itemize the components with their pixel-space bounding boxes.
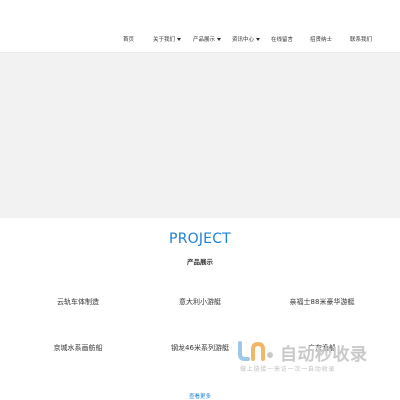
nav-item-label: 关于我们 [153, 37, 176, 43]
product-item[interactable]: 钢龙46米系列游艇 [171, 343, 229, 353]
nav-item-products[interactable]: 产品展示 [193, 35, 222, 43]
nav-item-label: 首页 [123, 37, 135, 43]
nav-item-label: 产品展示 [193, 37, 216, 43]
nav-item-message[interactable]: 在线留言 [271, 35, 293, 43]
section-title: PROJECT [169, 231, 231, 247]
product-item[interactable]: 云轨车体制造 [57, 297, 99, 307]
nav-item-label: 招贤纳士 [310, 37, 333, 43]
nav-item-label: 在线留言 [271, 37, 294, 43]
caret-down-icon [217, 38, 222, 41]
nav-item-label: 资讯中心 [232, 37, 255, 43]
watermark-subtitle: 做上链接一来访一次一自动收录 [240, 366, 336, 373]
product-item[interactable]: 亲福士88米豪华游艇 [290, 297, 355, 307]
nav-item-label: 联系我们 [350, 37, 373, 43]
product-item[interactable]: 意大利小游艇 [179, 297, 221, 307]
view-more-link[interactable]: 查看更多 [189, 392, 211, 400]
nav-item-home[interactable]: 首页 [123, 35, 134, 43]
hero-banner [0, 53, 400, 218]
product-item[interactable]: 京城水系画舫船 [54, 343, 103, 353]
nav-item-news[interactable]: 资讯中心 [232, 35, 261, 43]
caret-down-icon [177, 38, 182, 41]
watermark-logo-icon [238, 341, 273, 361]
watermark: 自动秒收录 做上链接一来访一次一自动收录 [236, 340, 386, 378]
section-subtitle: 产品展示 [187, 258, 213, 266]
caret-down-icon [256, 38, 261, 41]
nav-item-contact[interactable]: 联系我们 [350, 35, 372, 43]
nav-item-jobs[interactable]: 招贤纳士 [310, 35, 332, 43]
watermark-title: 自动秒收录 [280, 345, 368, 365]
nav-item-about[interactable]: 关于我们 [153, 35, 182, 43]
top-navigation: 首页 关于我们 产品展示 资讯中心 在线留言 招贤纳士 联系我们 [0, 0, 400, 53]
